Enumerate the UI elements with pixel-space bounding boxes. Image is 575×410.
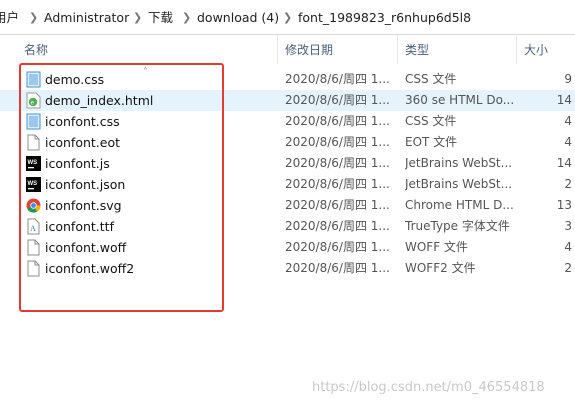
file-name: iconfont.json (45, 177, 126, 192)
column-header-size[interactable]: 大小 (524, 34, 548, 66)
address-bar[interactable]: 用户 ❯ Administrator ❯ 下载 ❯ download (4) ❯… (0, 0, 575, 35)
file-row[interactable]: demo.css 2020/8/6/周四 1... CSS 文件 9 (0, 69, 575, 90)
file-row[interactable]: iconfont.woff2 2020/8/6/周四 1... WOFF2 文件… (0, 258, 575, 279)
file-size: 3 (564, 219, 572, 233)
html-file-icon: e (26, 92, 41, 109)
file-name: iconfont.ttf (45, 219, 114, 234)
file-row[interactable]: WS iconfont.json 2020/8/6/周四 1... JetBra… (0, 174, 575, 195)
file-name: iconfont.svg (45, 198, 122, 213)
file-size: 4 (564, 135, 572, 149)
column-header-name[interactable]: 名称 (24, 34, 48, 66)
file-name: demo.css (45, 72, 105, 87)
column-divider[interactable] (397, 36, 398, 64)
svg-text:WS: WS (28, 181, 38, 187)
blank-file-icon (26, 239, 41, 256)
file-size: 2 (564, 261, 572, 275)
chevron-right-icon[interactable]: ❯ (133, 9, 142, 27)
blank-file-icon (26, 134, 41, 151)
webstorm-file-icon: WS (26, 176, 41, 193)
breadcrumb-users[interactable]: 用户 (0, 9, 19, 27)
file-date: 2020/8/6/周四 1... (285, 261, 390, 275)
file-type: JetBrains WebSt... (405, 156, 513, 170)
column-header-type[interactable]: 类型 (405, 34, 429, 66)
file-date: 2020/8/6/周四 1... (285, 240, 390, 254)
file-size: 14 (556, 156, 572, 170)
file-date: 2020/8/6/周四 1... (285, 93, 390, 107)
file-row[interactable]: iconfont.svg 2020/8/6/周四 1... Chrome HTM… (0, 195, 575, 216)
file-size: 4 (564, 240, 572, 254)
file-name: iconfont.js (45, 156, 110, 171)
file-row[interactable]: WS iconfont.js 2020/8/6/周四 1... JetBrain… (0, 153, 575, 174)
file-type: JetBrains WebSt... (405, 177, 513, 191)
column-header-date[interactable]: 修改日期 (285, 34, 333, 66)
file-date: 2020/8/6/周四 1... (285, 219, 390, 233)
breadcrumb-download-4[interactable]: download (4) (197, 9, 279, 27)
css-file-icon (26, 71, 41, 88)
file-type: WOFF2 文件 (405, 261, 476, 275)
file-date: 2020/8/6/周四 1... (285, 198, 390, 212)
file-row-selected[interactable]: e demo_index.html 2020/8/6/周四 1... 360 s… (0, 90, 575, 111)
webstorm-file-icon: WS (26, 155, 41, 172)
file-name: iconfont.woff2 (45, 261, 135, 276)
chevron-right-icon[interactable]: ❯ (29, 9, 38, 27)
column-header-row: ˄ 名称 修改日期 类型 大小 (0, 34, 575, 78)
file-row[interactable]: iconfont.woff 2020/8/6/周四 1... WOFF 文件 4 (0, 237, 575, 258)
column-divider[interactable] (277, 36, 278, 64)
file-name: iconfont.css (45, 114, 120, 129)
file-size: 2 (564, 177, 572, 191)
file-date: 2020/8/6/周四 1... (285, 135, 390, 149)
file-type: CSS 文件 (405, 114, 457, 128)
chevron-right-icon[interactable]: ❯ (283, 9, 292, 27)
file-name: demo_index.html (45, 93, 154, 108)
blank-file-icon (26, 260, 41, 277)
file-date: 2020/8/6/周四 1... (285, 156, 390, 170)
file-row[interactable]: iconfont.eot 2020/8/6/周四 1... EOT 文件 4 (0, 132, 575, 153)
file-date: 2020/8/6/周四 1... (285, 72, 390, 86)
chevron-right-icon[interactable]: ❯ (182, 9, 191, 27)
file-name: iconfont.eot (45, 135, 120, 150)
chrome-file-icon (26, 197, 41, 214)
file-size: 14 (556, 93, 572, 107)
file-size: 13 (556, 198, 572, 212)
file-row[interactable]: A iconfont.ttf 2020/8/6/周四 1... TrueType… (0, 216, 575, 237)
css-file-icon (26, 113, 41, 130)
file-type: 360 se HTML Do... (405, 93, 513, 107)
file-type: TrueType 字体文件 (405, 219, 510, 233)
watermark: https://blog.csdn.net/m0_46554818 (312, 380, 545, 395)
column-divider[interactable] (516, 36, 517, 64)
file-size: 9 (564, 72, 572, 86)
file-date: 2020/8/6/周四 1... (285, 177, 390, 191)
breadcrumb-font-folder[interactable]: font_1989823_r6nhup6d5l8 (298, 9, 471, 27)
file-date: 2020/8/6/周四 1... (285, 114, 390, 128)
file-row[interactable]: iconfont.css 2020/8/6/周四 1... CSS 文件 4 (0, 111, 575, 132)
breadcrumb-downloads[interactable]: 下载 (148, 9, 173, 27)
svg-text:WS: WS (28, 160, 38, 166)
file-type: CSS 文件 (405, 72, 457, 86)
file-size: 4 (564, 114, 572, 128)
file-type: WOFF 文件 (405, 240, 468, 254)
file-type: Chrome HTML D... (405, 198, 513, 212)
breadcrumb-administrator[interactable]: Administrator (44, 9, 129, 27)
font-file-icon: A (26, 218, 41, 235)
svg-text:A: A (30, 224, 36, 233)
file-type: EOT 文件 (405, 135, 458, 149)
file-name: iconfont.woff (45, 240, 127, 255)
